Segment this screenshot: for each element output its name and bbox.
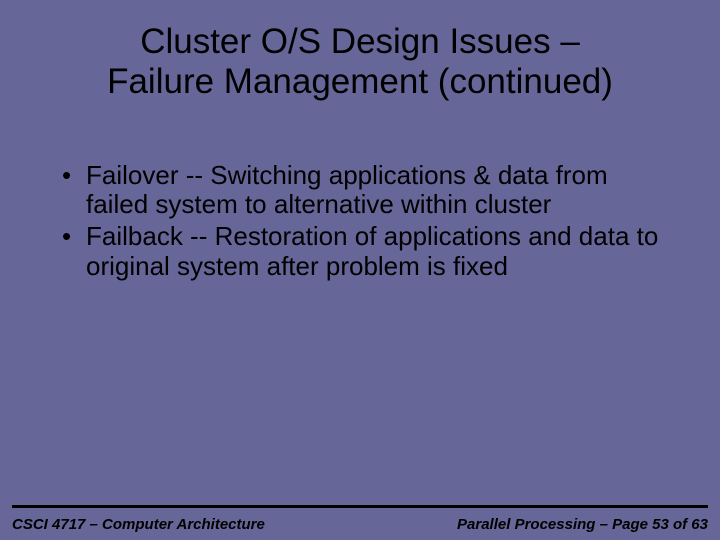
slide-title: Cluster O/S Design Issues – Failure Mana…	[0, 0, 720, 103]
slide: Cluster O/S Design Issues – Failure Mana…	[0, 0, 720, 540]
footer-divider	[12, 505, 708, 508]
slide-body: Failover -- Switching applications & dat…	[0, 103, 720, 283]
bullet-list: Failover -- Switching applications & dat…	[58, 161, 662, 283]
list-item: Failback -- Restoration of applications …	[58, 222, 662, 282]
title-line-2: Failure Management (continued)	[107, 62, 613, 101]
footer-left: CSCI 4717 – Computer Architecture	[12, 516, 265, 533]
title-line-1: Cluster O/S Design Issues –	[140, 22, 580, 61]
footer-right: Parallel Processing – Page 53 of 63	[457, 516, 708, 533]
bullet-text: Failback -- Restoration of applications …	[86, 221, 658, 281]
slide-footer: CSCI 4717 – Computer Architecture Parall…	[0, 516, 720, 533]
list-item: Failover -- Switching applications & dat…	[58, 161, 662, 221]
bullet-text: Failover -- Switching applications & dat…	[86, 160, 608, 220]
